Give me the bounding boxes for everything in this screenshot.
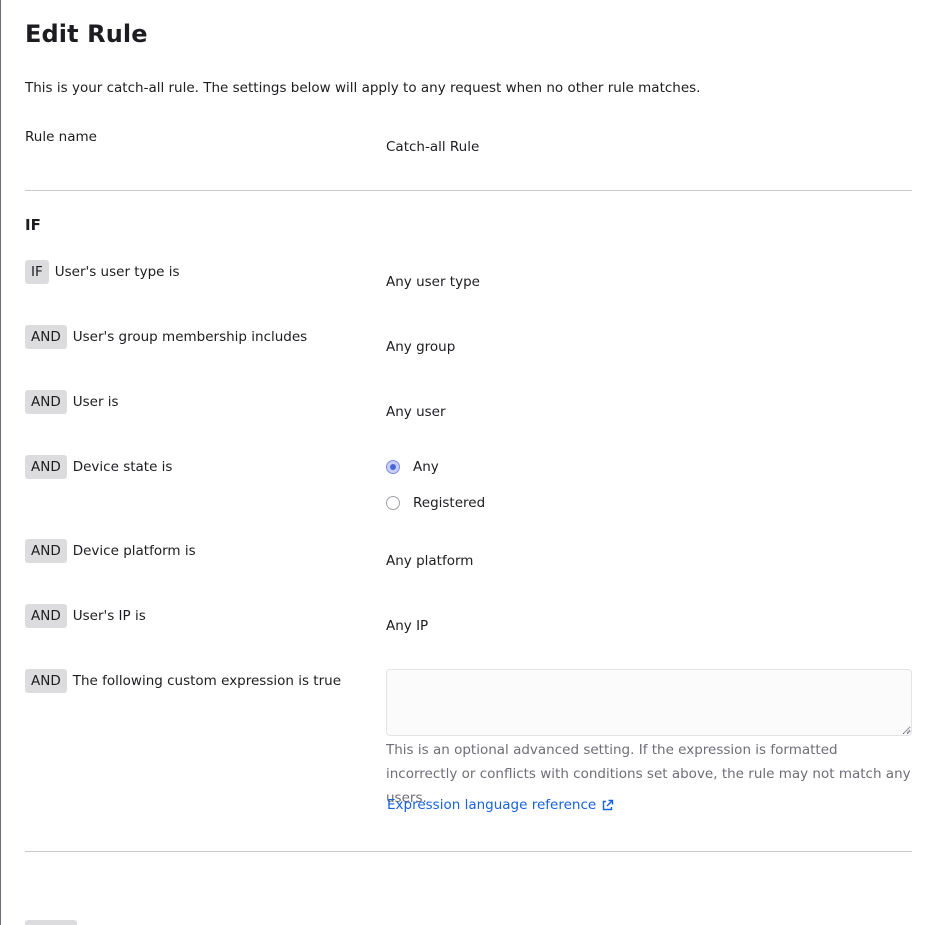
operator-chip-and: AND [25,325,67,349]
button-stub[interactable] [25,920,77,925]
divider-top [25,190,912,191]
divider-bottom [25,851,912,852]
condition-group-value: Any group [386,339,456,355]
condition-group: AND User's group membership includes [25,325,307,349]
custom-expression-input[interactable] [386,669,912,736]
rule-name-label: Rule name [25,129,97,145]
device-state-option-any[interactable]: Any [386,459,439,475]
condition-platform-value: Any platform [386,553,474,569]
page-description: This is your catch-all rule. The setting… [25,80,701,96]
condition-ip-value: Any IP [386,618,429,634]
condition-ip: AND User's IP is [25,604,146,628]
operator-chip-and: AND [25,539,67,563]
page-title: Edit Rule [25,20,148,48]
radio-unselected-icon[interactable] [386,496,400,510]
condition-user-type-value: Any user type [386,274,480,290]
condition-platform: AND Device platform is [25,539,196,563]
condition-device-state-label: Device state is [72,459,173,475]
conditions-section-title: IF [25,216,41,234]
condition-ip-label: User's IP is [72,608,146,624]
condition-custom-expression-label: The following custom expression is true [72,673,342,689]
left-border [0,0,1,925]
operator-chip-and: AND [25,604,67,628]
expression-language-reference-label: Expression language reference [387,797,597,813]
condition-user-type: IF User's user type is [25,260,180,284]
external-link-icon [602,799,614,810]
operator-chip-and: AND [25,455,67,479]
radio-selected-icon[interactable] [386,460,400,474]
operator-chip-if: IF [25,260,49,284]
condition-group-label: User's group membership includes [72,329,308,345]
device-state-option-registered-label: Registered [413,495,486,511]
operator-chip-and: AND [25,390,67,414]
rule-name-value: Catch-all Rule [386,139,480,155]
condition-user: AND User is [25,390,119,414]
condition-device-state: AND Device state is [25,455,172,479]
condition-platform-label: Device platform is [72,543,196,559]
condition-user-type-label: User's user type is [54,264,180,280]
condition-custom-expression: AND The following custom expression is t… [25,669,341,693]
operator-chip-and: AND [25,669,67,693]
condition-user-label: User is [72,394,119,410]
expression-language-reference-link[interactable]: Expression language reference [387,797,614,813]
device-state-option-any-label: Any [413,459,439,475]
device-state-option-registered[interactable]: Registered [386,495,485,511]
condition-user-value: Any user [386,404,446,420]
